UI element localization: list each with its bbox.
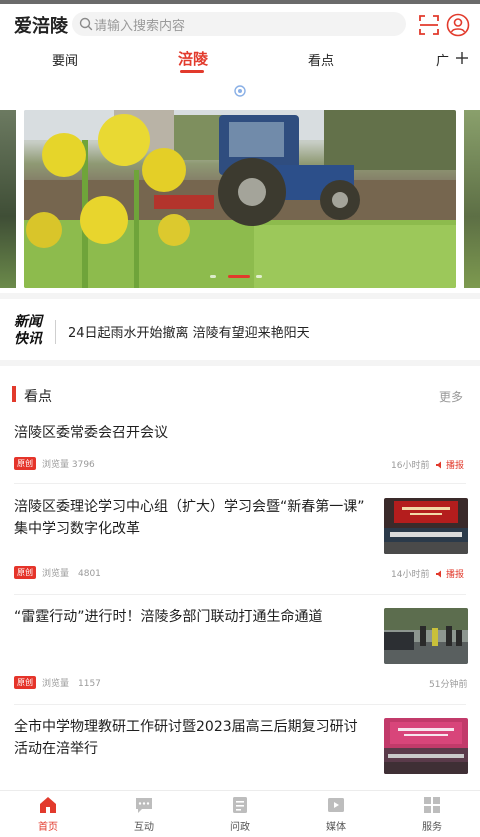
news-flash-logo-line2: 快讯: [14, 331, 42, 347]
more-link[interactable]: 更多: [439, 388, 463, 405]
article-meta: 原创 浏览量 3796: [14, 457, 95, 470]
search-box[interactable]: 请输入搜索内容: [72, 12, 406, 36]
home-icon: [40, 797, 56, 813]
view-count: 浏览量 4801: [42, 569, 101, 579]
nav-label: 首页: [38, 822, 58, 833]
play-label: 播报: [446, 461, 465, 471]
tab-kandian[interactable]: 看点: [308, 50, 334, 69]
divider: [0, 360, 480, 366]
app-logo: 爱涪陵: [14, 16, 68, 37]
nav-label: 服务: [422, 822, 442, 833]
nav-home[interactable]: 首页: [18, 795, 78, 833]
chat-icon: [136, 798, 152, 813]
section-title: 看点: [24, 389, 52, 405]
divider: [0, 293, 480, 299]
original-badge: 原创: [14, 676, 36, 689]
tab-fuling[interactable]: 涪陵: [178, 48, 208, 69]
user-icon[interactable]: [446, 13, 470, 37]
article-meta: 原创 浏览量 1157: [14, 676, 101, 689]
active-tab-indicator: [180, 70, 204, 73]
section-marker: [12, 386, 16, 402]
scan-icon[interactable]: [418, 14, 440, 36]
banner-dot-active: [228, 275, 250, 278]
article-thumbnail[interactable]: [384, 608, 468, 664]
news-flash-logo-line1: 新闻: [14, 314, 42, 330]
speaker-icon: [436, 570, 441, 578]
divider: [14, 483, 466, 484]
speaker-icon: [436, 461, 441, 469]
nav-interact[interactable]: 互动: [114, 795, 174, 833]
article-item[interactable]: 涪陵区委常委会召开会议 原创 浏览量 3796 16小时前 播报: [0, 422, 480, 482]
tab-yaowen[interactable]: 要闻: [52, 50, 78, 69]
article-item[interactable]: 涪陵区委理论学习中心组（扩大）学习会暨“新春第一课” 集中学习数字化改革 原创浏…: [0, 496, 480, 586]
article-title-line2: 集中学习数字化改革: [14, 521, 140, 537]
rescue-scene-picture: [384, 608, 468, 664]
article-item[interactable]: “雷霆行动”进行时！涪陵多部门联动打通生命通道 原创 浏览量 1157 51分钟前: [0, 606, 480, 696]
view-count: 浏览量 3796: [42, 460, 95, 470]
add-channel-icon[interactable]: [455, 51, 469, 65]
audio-play-button[interactable]: 播报: [436, 567, 464, 580]
search-placeholder: 请输入搜索内容: [94, 19, 186, 34]
banner-dot: [210, 275, 216, 278]
article-time: 51分钟前: [429, 680, 468, 690]
article-item[interactable]: 全市中学物理教研工作研讨暨2023届高三后期复习研讨 活动在涪举行: [0, 716, 480, 788]
tractor-field-picture: [24, 110, 456, 288]
nav-label: 媒体: [326, 822, 346, 833]
search-icon: [79, 17, 93, 31]
kandian-section: 看点 更多 涪陵区委常委会召开会议 原创 浏览量 3796 16小时前 播报 涪陵…: [0, 368, 480, 788]
original-badge: 原创: [14, 566, 36, 579]
banner-image[interactable]: [24, 110, 456, 288]
nav-service[interactable]: 服务: [402, 795, 462, 833]
article-title-line1: 全市中学物理教研工作研讨暨2023届高三后期复习研讨: [14, 719, 358, 735]
nav-label: 问政: [230, 822, 250, 833]
news-flash-headline[interactable]: 24日起雨水开始撤离 涪陵有望迎来艳阳天: [68, 322, 310, 341]
divider: [55, 320, 56, 344]
channel-tabs: 要闻 涪陵 看点 广: [0, 44, 480, 76]
app-header: 爱涪陵 请输入搜索内容: [0, 4, 480, 44]
view-count: 浏览量 1157: [42, 679, 101, 689]
news-flash-logo: 新闻 快讯: [14, 314, 46, 348]
banner-dot: [256, 275, 262, 278]
divider: [14, 594, 466, 595]
nav-label: 互动: [134, 822, 154, 833]
audio-play-button[interactable]: 播报: [436, 458, 464, 471]
banner-next-slide[interactable]: [464, 110, 480, 288]
nav-wenzheng[interactable]: 问政: [210, 795, 270, 833]
meeting-hall-picture: [384, 498, 468, 554]
original-badge: 原创: [14, 457, 36, 470]
service-icon: [424, 797, 440, 813]
news-flash[interactable]: 新闻 快讯 24日起雨水开始撤离 涪陵有望迎来艳阳天: [0, 302, 480, 362]
play-label: 播报: [446, 570, 465, 580]
article-title-line1: 涪陵区委理论学习中心组（扩大）学习会暨“新春第一课”: [14, 499, 365, 515]
banner-prev-slide[interactable]: [0, 110, 16, 288]
article-title[interactable]: 涪陵区委理论学习中心组（扩大）学习会暨“新春第一课” 集中学习数字化改革: [14, 496, 376, 540]
divider: [14, 704, 466, 705]
bottom-navigation: 首页 互动 问政 媒体 服务: [0, 790, 480, 837]
article-time: 14小时前: [391, 570, 430, 580]
media-icon: [328, 798, 344, 812]
article-title[interactable]: “雷霆行动”进行时！涪陵多部门联动打通生命通道: [14, 606, 376, 628]
ask-icon: [233, 797, 247, 813]
tab-guang[interactable]: 广: [436, 50, 449, 69]
article-title[interactable]: 全市中学物理教研工作研讨暨2023届高三后期复习研讨 活动在涪举行: [14, 716, 376, 760]
article-title-line2: 活动在涪举行: [14, 741, 98, 757]
nav-media[interactable]: 媒体: [306, 795, 366, 833]
refresh-loading-icon: [234, 85, 246, 97]
article-title[interactable]: 涪陵区委常委会召开会议: [14, 422, 168, 444]
banner-carousel[interactable]: [0, 110, 480, 288]
seminar-picture: [384, 718, 468, 774]
article-meta: 原创 浏览量 4801: [14, 566, 101, 579]
article-thumbnail[interactable]: [384, 498, 468, 554]
article-thumbnail[interactable]: [384, 718, 468, 774]
article-time: 16小时前: [391, 461, 430, 471]
